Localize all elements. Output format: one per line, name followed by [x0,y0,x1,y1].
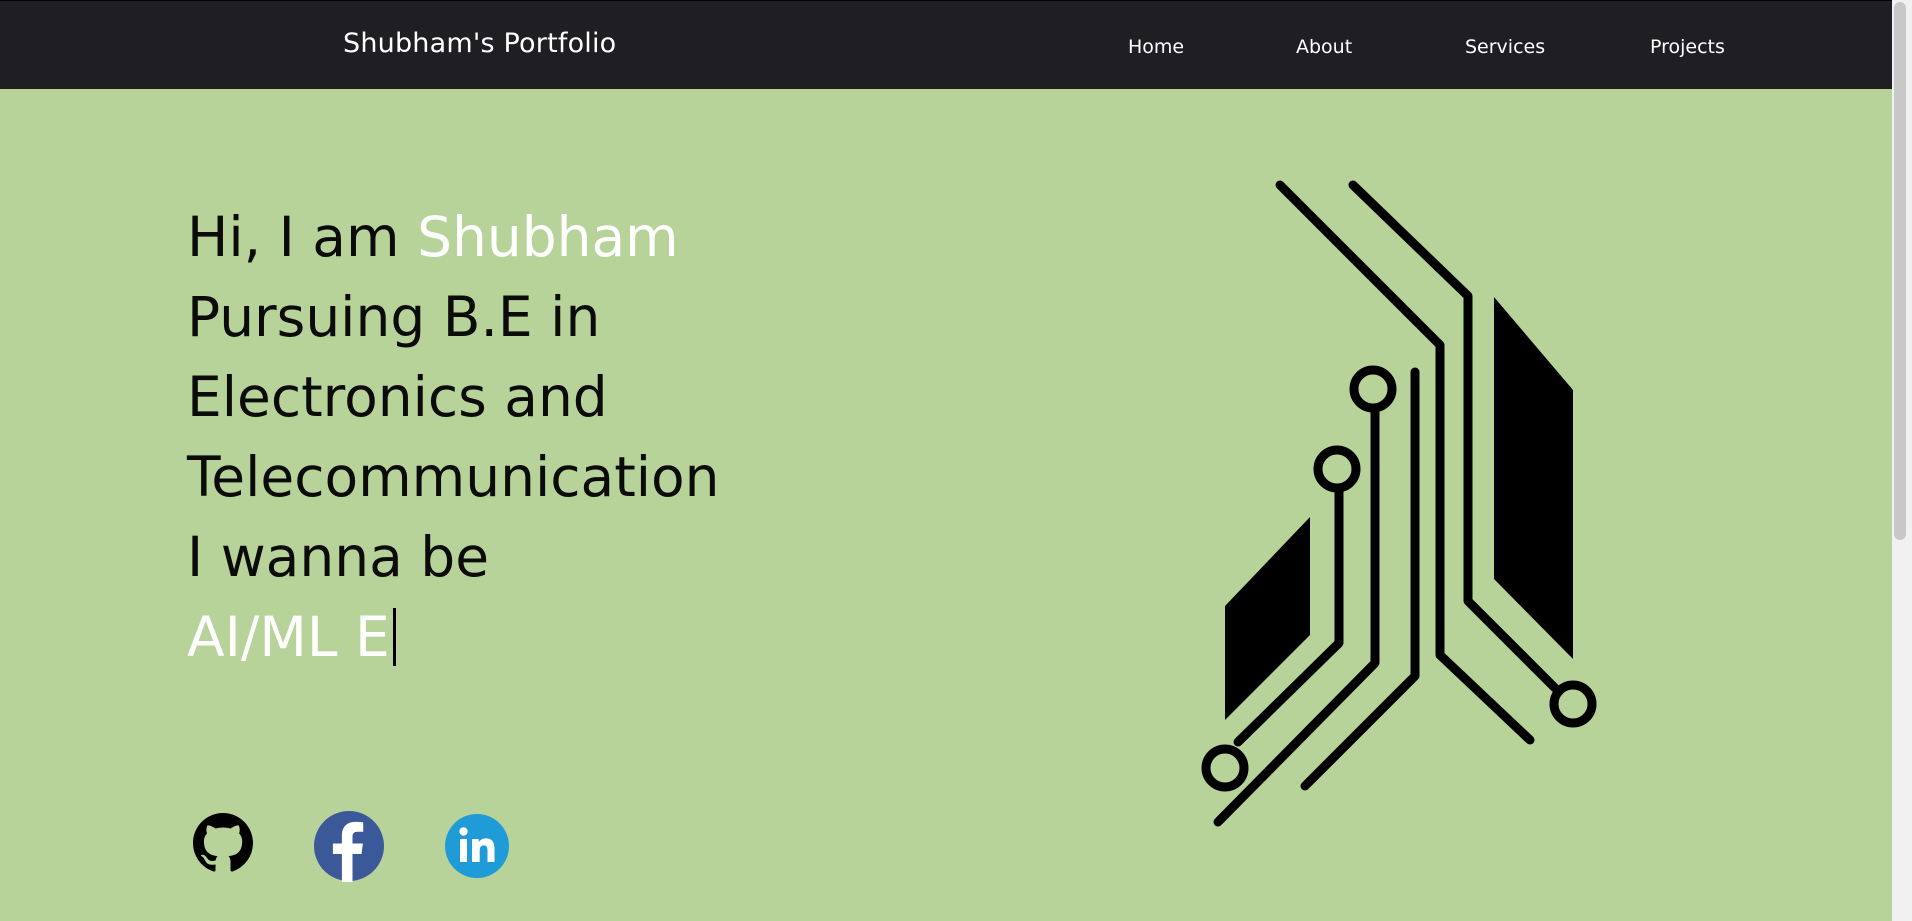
hero-line-field-2: Telecommunication [187,445,720,509]
hero-line-field: Electronics and [187,365,608,429]
page-viewport: Shubham's Portfolio Home About Services … [0,0,1892,921]
github-icon[interactable] [193,813,253,877]
hero-section: Hi, I am Shubham Pursuing B.E in Electro… [0,89,1892,921]
hero-line-degree: Pursuing B.E in [187,285,601,349]
nav-services[interactable]: Services [1465,36,1545,58]
hero-name: Shubham [417,205,679,269]
greeting-text: Hi, I am [187,205,418,269]
brand-title[interactable]: Shubham's Portfolio [343,28,616,59]
typed-role: AI/ML E [187,605,390,669]
nav-about[interactable]: About [1296,36,1352,58]
circuit-illustration-icon [1201,180,1597,827]
nav-projects[interactable]: Projects [1650,36,1725,58]
hero-line-aspiration: I wanna be [187,525,490,589]
linkedin-icon[interactable] [444,813,510,883]
hero-greeting-line: Hi, I am Shubham [187,197,720,277]
facebook-icon[interactable] [313,810,385,886]
typing-caret [392,608,396,666]
navbar: Shubham's Portfolio Home About Services … [0,0,1892,89]
scrollbar-thumb[interactable] [1894,2,1906,540]
hero-typed-line: AI/ML E [187,597,720,677]
hero-intro: Hi, I am Shubham Pursuing B.E in Electro… [187,197,720,677]
nav-home[interactable]: Home [1128,36,1184,58]
